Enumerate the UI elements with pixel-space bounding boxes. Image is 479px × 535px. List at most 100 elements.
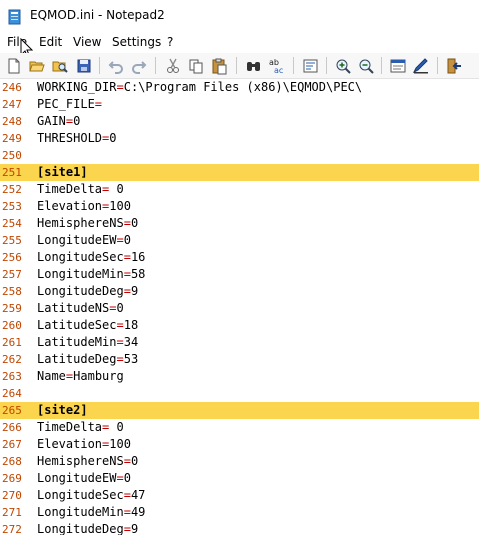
code-line[interactable]: 263 Name=Hamburg xyxy=(0,368,479,385)
setting-value: 49 xyxy=(130,505,146,519)
line-number: 246 xyxy=(2,81,22,94)
code-line[interactable]: 256 LongitudeSec=16 xyxy=(0,249,479,266)
open-file-icon[interactable] xyxy=(28,57,46,75)
key-value-text: LongitudeEW=0 xyxy=(37,232,131,249)
code-line[interactable]: 259 LatitudeNS=0 xyxy=(0,300,479,317)
line-number: 268 xyxy=(2,455,22,468)
line-number: 258 xyxy=(2,285,22,298)
key-value-text: LongitudeDeg=9 xyxy=(37,283,138,300)
equals-operator: = xyxy=(116,318,124,332)
code-line[interactable]: 260 LatitudeSec=18 xyxy=(0,317,479,334)
key-value-text: LatitudeMin=34 xyxy=(37,334,138,351)
setting-key: TimeDelta xyxy=(37,182,103,196)
setting-key: WORKING_DIR xyxy=(37,80,117,94)
svg-text:ac: ac xyxy=(274,66,283,75)
code-line[interactable]: 269 LongitudeEW=0 xyxy=(0,470,479,487)
word-wrap-icon[interactable] xyxy=(302,57,320,75)
code-line[interactable]: 271 LongitudeMin=49 xyxy=(0,504,479,521)
equals-operator: = xyxy=(123,488,131,502)
equals-operator: = xyxy=(123,522,131,535)
save-icon[interactable] xyxy=(75,57,93,75)
key-value-text: PEC_FILE= xyxy=(37,96,102,113)
new-file-icon[interactable] xyxy=(5,57,23,75)
replace-icon[interactable]: ab ac xyxy=(268,57,286,75)
code-line[interactable]: 267 Elevation=100 xyxy=(0,436,479,453)
code-line[interactable]: 246 WORKING_DIR=C:\Program Files (x86)\EQ… xyxy=(0,79,479,96)
key-value-text: LatitudeSec=18 xyxy=(37,317,138,334)
paste-icon[interactable] xyxy=(210,57,228,75)
find-icon[interactable] xyxy=(245,57,263,75)
code-line[interactable]: 248 GAIN=0 xyxy=(0,113,479,130)
setting-key: LongitudeMin xyxy=(37,267,124,281)
exit-icon[interactable] xyxy=(445,57,463,75)
code-line[interactable]: 272 LongitudeDeg=9 xyxy=(0,521,479,535)
menu-settings[interactable]: Settings xyxy=(112,35,161,49)
menu-bar: File Edit View Settings ? xyxy=(0,33,479,53)
menu-edit[interactable]: Edit xyxy=(39,35,62,49)
code-line[interactable]: 250 xyxy=(0,147,479,164)
equals-operator: = xyxy=(123,284,131,298)
section-line[interactable]: 265 [site2] xyxy=(0,402,479,419)
key-value-text: LongitudeDeg=9 xyxy=(37,521,138,535)
setting-key: LatitudeMin xyxy=(37,335,117,349)
code-line[interactable]: 261 LatitudeMin=34 xyxy=(0,334,479,351)
code-line[interactable]: 254 HemisphereNS=0 xyxy=(0,215,479,232)
code-line[interactable]: 258 LongitudeDeg=9 xyxy=(0,283,479,300)
code-line[interactable]: 252 TimeDelta= 0 xyxy=(0,181,479,198)
browse-icon[interactable] xyxy=(51,57,69,75)
code-line[interactable]: 262 LatitudeDeg=53 xyxy=(0,351,479,368)
copy-icon[interactable] xyxy=(187,57,205,75)
code-line[interactable]: 253 Elevation=100 xyxy=(0,198,479,215)
menu-view[interactable]: View xyxy=(73,35,101,49)
line-number: 259 xyxy=(2,302,22,315)
notepad-app-icon xyxy=(8,9,21,25)
setting-value: 9 xyxy=(130,284,139,298)
line-number: 260 xyxy=(2,319,22,332)
toolbar: ab ac xyxy=(0,53,479,79)
equals-operator: = xyxy=(123,250,131,264)
setting-value: 18 xyxy=(123,318,139,332)
equals-operator: = xyxy=(116,471,124,485)
setting-value: 47 xyxy=(130,488,146,502)
setting-key: LongitudeDeg xyxy=(37,284,124,298)
equals-operator: = xyxy=(116,335,124,349)
code-line[interactable]: 270 LongitudeSec=47 xyxy=(0,487,479,504)
cut-icon[interactable] xyxy=(164,57,182,75)
setting-value: 0 xyxy=(73,114,81,128)
code-line[interactable]: 264 xyxy=(0,385,479,402)
code-line[interactable]: 249 THRESHOLD=0 xyxy=(0,130,479,147)
line-number: 250 xyxy=(2,149,22,162)
section-line[interactable]: 251 [site1] xyxy=(0,164,479,181)
scheme-icon[interactable] xyxy=(389,57,407,75)
toolbar-separator xyxy=(99,57,100,74)
setting-value: 0 xyxy=(116,301,124,315)
line-number: 248 xyxy=(2,115,22,128)
line-number: 257 xyxy=(2,268,22,281)
toolbar-separator xyxy=(155,57,156,74)
customize-scheme-icon[interactable] xyxy=(412,57,430,75)
key-value-text: HemisphereNS=0 xyxy=(37,453,138,470)
menu-help[interactable]: ? xyxy=(167,35,173,49)
editor-text-area[interactable]: 246 WORKING_DIR=C:\Program Files (x86)\EQ… xyxy=(0,79,479,535)
toolbar-separator xyxy=(293,57,294,74)
zoom-in-icon[interactable] xyxy=(334,57,352,75)
code-line[interactable]: 268 HemisphereNS=0 xyxy=(0,453,479,470)
redo-icon[interactable] xyxy=(130,57,148,75)
code-line[interactable]: 266 TimeDelta= 0 xyxy=(0,419,479,436)
line-number: 263 xyxy=(2,370,22,383)
setting-value: 0 xyxy=(109,182,124,196)
setting-key: HemisphereNS xyxy=(37,454,124,468)
setting-value: 0 xyxy=(109,131,117,145)
toolbar-separator xyxy=(236,57,237,74)
code-line[interactable]: 247 PEC_FILE= xyxy=(0,96,479,113)
setting-key: LongitudeEW xyxy=(37,233,117,247)
setting-value: 9 xyxy=(130,522,139,535)
code-line[interactable]: 257 LongitudeMin=58 xyxy=(0,266,479,283)
setting-key: TimeDelta xyxy=(37,420,103,434)
setting-value: 0 xyxy=(130,216,139,230)
zoom-out-icon[interactable] xyxy=(357,57,375,75)
undo-icon[interactable] xyxy=(107,57,125,75)
setting-key: Elevation xyxy=(37,199,103,213)
line-number: 264 xyxy=(2,387,22,400)
code-line[interactable]: 255 LongitudeEW=0 xyxy=(0,232,479,249)
